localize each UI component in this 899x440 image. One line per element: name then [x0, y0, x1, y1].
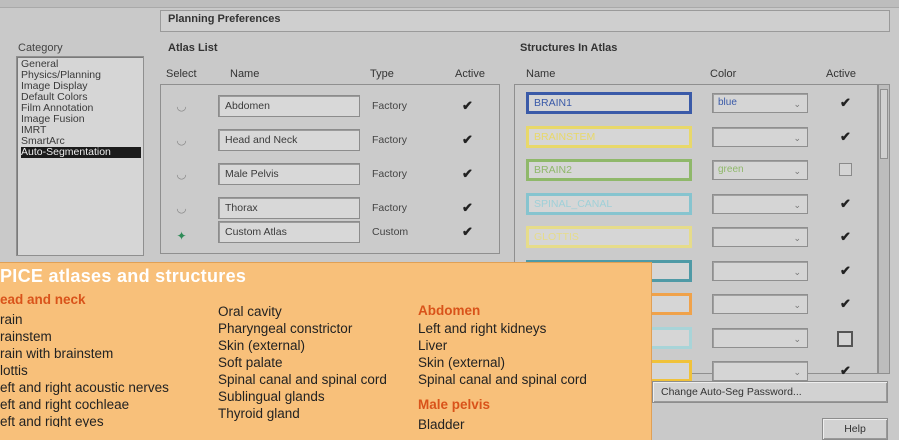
caption-item: Bladder: [418, 417, 465, 430]
caption-item: eft and right acoustic nerves: [0, 380, 169, 395]
chevron-down-icon[interactable]: ⌄: [793, 99, 801, 110]
atlas-select-radio[interactable]: ◡: [176, 168, 187, 180]
atlas-select-radio[interactable]: ◡: [176, 202, 187, 214]
caption-item: Liver: [418, 338, 448, 353]
chevron-down-icon[interactable]: ⌄: [793, 300, 801, 311]
structure-color-dropdown[interactable]: ⌄: [712, 227, 808, 247]
structure-color-label: green: [718, 164, 744, 175]
atlas-col-type: Type: [370, 68, 394, 80]
caption-item: Pharyngeal constrictor: [218, 321, 353, 336]
chevron-down-icon[interactable]: ⌄: [793, 133, 801, 144]
atlas-name-field[interactable]: Male Pelvis: [218, 163, 360, 185]
caption-item: Left and right kidneys: [418, 321, 547, 336]
structure-color-dropdown[interactable]: ⌄: [712, 294, 808, 314]
structure-color-dropdown[interactable]: ⌄: [712, 361, 808, 381]
atlas-active-checkbox[interactable]: ✔: [461, 201, 474, 214]
structure-color-dropdown[interactable]: ⌄: [712, 126, 808, 147]
structure-active-checkbox[interactable]: [837, 330, 853, 347]
atlas-select-radio-selected[interactable]: ✦: [176, 230, 187, 242]
structure-name-field[interactable]: SPINAL_CANAL: [526, 192, 692, 215]
atlas-type: Factory: [372, 202, 408, 214]
structure-name-field[interactable]: BRAINSTEM: [526, 125, 692, 148]
structure-active-checkbox[interactable]: [839, 163, 852, 176]
structure-active-checkbox[interactable]: ✔: [839, 264, 852, 277]
caption-item: eft and right eyes: [0, 414, 104, 427]
atlas-type: Factory: [372, 100, 408, 112]
atlas-col-active: Active: [455, 68, 485, 80]
category-list[interactable]: General Physics/Planning Image Display D…: [16, 56, 144, 256]
atlas-name-field[interactable]: Thorax: [218, 197, 360, 219]
structures-col-active: Active: [826, 68, 856, 80]
atlas-select-radio[interactable]: ◡: [176, 100, 187, 112]
category-item-auto-segmentation[interactable]: Auto-Segmentation: [21, 147, 141, 158]
atlas-name-field[interactable]: Custom Atlas: [218, 221, 360, 243]
structure-color-label: blue: [718, 97, 737, 108]
atlas-col-select: Select: [166, 68, 197, 80]
structure-color-dropdown[interactable]: green ⌄: [712, 160, 808, 180]
atlas-select-radio[interactable]: ◡: [176, 134, 187, 146]
structures-col-color: Color: [710, 68, 737, 80]
structure-color-dropdown[interactable]: blue ⌄: [712, 93, 808, 113]
caption-item: lottis: [0, 363, 28, 378]
caption-head-neck-heading: ead and neck: [0, 292, 86, 307]
panel-title: Planning Preferences: [168, 13, 281, 25]
atlas-name-field[interactable]: Abdomen: [218, 95, 360, 117]
caption-item: Sublingual glands: [218, 389, 325, 404]
atlas-active-checkbox[interactable]: ✔: [461, 133, 474, 146]
structure-active-checkbox[interactable]: ✔: [839, 297, 852, 310]
structure-active-checkbox[interactable]: ✔: [839, 96, 852, 109]
structure-active-checkbox[interactable]: ✔: [839, 130, 852, 143]
scrollbar-thumb[interactable]: [880, 89, 888, 159]
caption-item: eft and right cochleae: [0, 397, 130, 412]
structures-label: Structures In Atlas: [520, 42, 618, 54]
atlas-type: Custom: [372, 226, 409, 238]
caption-item: rain with brainstem: [0, 346, 114, 361]
chevron-down-icon[interactable]: ⌄: [793, 367, 801, 378]
caption-item: Skin (external): [218, 338, 306, 353]
caption-title: PICE atlases and structures: [0, 266, 247, 286]
structure-name-field[interactable]: GLOTTIS: [526, 226, 692, 248]
caption-item: Thyroid gland: [218, 406, 300, 421]
structures-col-name: Name: [526, 68, 556, 80]
caption-item: Soft palate: [218, 355, 283, 370]
chevron-down-icon[interactable]: ⌄: [793, 334, 801, 345]
structure-color-dropdown[interactable]: ⌄: [712, 327, 808, 348]
caption-item: Spinal canal and spinal cord: [418, 372, 587, 387]
atlas-list-label: Atlas List: [168, 42, 218, 54]
structure-color-dropdown[interactable]: ⌄: [712, 193, 808, 214]
caption-item: Oral cavity: [218, 304, 282, 319]
structure-color-dropdown[interactable]: ⌄: [712, 260, 808, 281]
atlas-name-field[interactable]: Head and Neck: [218, 129, 360, 151]
structure-active-checkbox[interactable]: ✔: [839, 364, 852, 377]
caption-item: Skin (external): [418, 355, 506, 370]
atlas-active-checkbox[interactable]: ✔: [461, 167, 474, 180]
chevron-down-icon[interactable]: ⌄: [793, 233, 801, 244]
caption-item: rainstem: [0, 329, 52, 344]
chevron-down-icon[interactable]: ⌄: [793, 166, 801, 177]
structure-name-field[interactable]: BRAIN1: [526, 92, 692, 114]
caption-item: Spinal canal and spinal cord: [218, 372, 387, 387]
atlas-type: Factory: [372, 168, 408, 180]
structure-active-checkbox[interactable]: ✔: [839, 230, 852, 243]
atlas-active-checkbox[interactable]: ✔: [461, 99, 474, 112]
structure-name-field[interactable]: BRAIN2: [526, 159, 692, 181]
window-top-edge: [0, 0, 899, 8]
category-label: Category: [18, 42, 63, 54]
chevron-down-icon[interactable]: ⌄: [793, 267, 801, 278]
atlas-active-checkbox[interactable]: ✔: [461, 225, 474, 238]
change-password-button[interactable]: Change Auto-Seg Password...: [652, 381, 888, 403]
caption-abdomen-heading: Abdomen: [418, 303, 481, 318]
caption-item: rain: [0, 312, 23, 327]
atlas-col-name: Name: [230, 68, 260, 80]
structure-active-checkbox[interactable]: ✔: [839, 197, 852, 210]
caption-male-pelvis-heading: Male pelvis: [418, 397, 491, 412]
atlas-type: Factory: [372, 134, 408, 146]
structures-scrollbar[interactable]: [878, 84, 890, 374]
chevron-down-icon[interactable]: ⌄: [793, 200, 801, 211]
help-button[interactable]: Help: [822, 418, 888, 440]
